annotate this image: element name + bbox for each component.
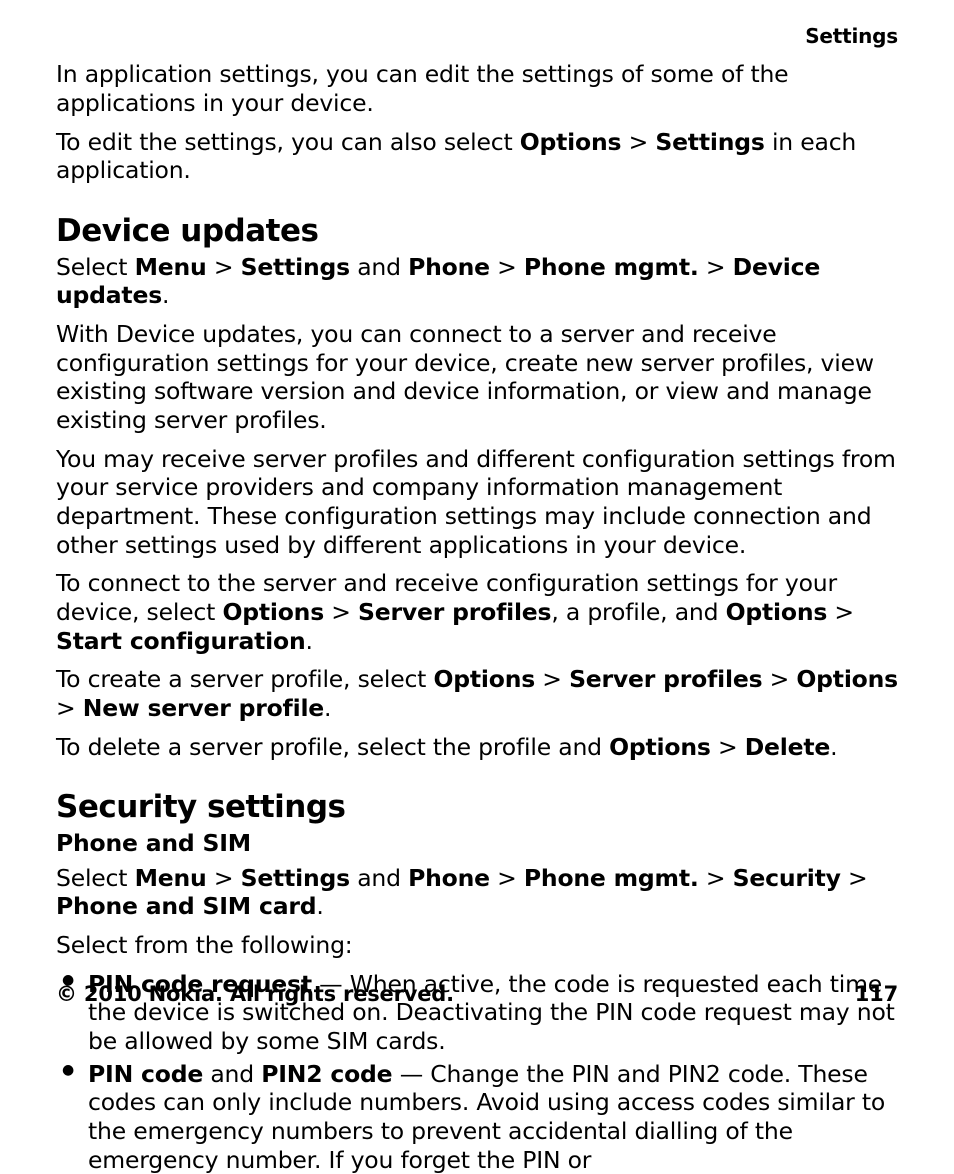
separator: > xyxy=(762,665,796,693)
text: . xyxy=(324,694,331,722)
text: and xyxy=(350,864,408,892)
text: Select xyxy=(56,253,135,281)
heading-security-settings: Security settings xyxy=(56,789,898,827)
bold-menu: Menu xyxy=(135,864,207,892)
bold-new-server-profile: New server profile xyxy=(83,694,324,722)
separator: > xyxy=(621,128,655,156)
bold-settings: Settings xyxy=(241,253,350,281)
separator: > xyxy=(490,253,524,281)
page-footer: © 2010 Nokia. All rights reserved. 117 xyxy=(56,982,898,1008)
subheading-phone-and-sim: Phone and SIM xyxy=(56,829,898,858)
device-updates-connect: To connect to the server and receive con… xyxy=(56,569,898,655)
bold-settings: Settings xyxy=(655,128,764,156)
copyright-text: © 2010 Nokia. All rights reserved. xyxy=(56,982,454,1006)
heading-device-updates: Device updates xyxy=(56,213,898,251)
device-updates-delete: To delete a server profile, select the p… xyxy=(56,733,898,762)
security-select-from: Select from the following: xyxy=(56,931,898,960)
text: To delete a server profile, select the p… xyxy=(56,733,609,761)
text: and xyxy=(203,1060,261,1088)
bold-options: Options xyxy=(726,598,828,626)
bold-options: Options xyxy=(796,665,898,693)
separator: > xyxy=(699,253,733,281)
separator: > xyxy=(711,733,745,761)
separator: > xyxy=(207,864,241,892)
bold-phone-mgmt: Phone mgmt. xyxy=(524,864,699,892)
device-updates-desc-2: You may receive server profiles and diff… xyxy=(56,445,898,560)
list-item: PIN code and PIN2 code — Change the PIN … xyxy=(56,1060,898,1174)
bold-security: Security xyxy=(733,864,841,892)
bold-server-profiles: Server profiles xyxy=(358,598,551,626)
intro-paragraph-2: To edit the settings, you can also selec… xyxy=(56,128,898,185)
security-path: Select Menu > Settings and Phone > Phone… xyxy=(56,864,898,921)
text: To edit the settings, you can also selec… xyxy=(56,128,520,156)
text: Select xyxy=(56,864,135,892)
bold-pin2-code: PIN2 code xyxy=(261,1060,392,1088)
device-updates-path: Select Menu > Settings and Phone > Phone… xyxy=(56,253,898,310)
separator: > xyxy=(56,694,83,722)
bold-phone-mgmt: Phone mgmt. xyxy=(524,253,699,281)
bold-menu: Menu xyxy=(135,253,207,281)
text: . xyxy=(830,733,837,761)
bold-options: Options xyxy=(222,598,324,626)
separator: > xyxy=(841,864,868,892)
text: . xyxy=(162,281,169,309)
device-updates-desc-1: With Device updates, you can connect to … xyxy=(56,320,898,435)
separator: > xyxy=(207,253,241,281)
text: and xyxy=(350,253,408,281)
text: . xyxy=(305,627,312,655)
text: . xyxy=(316,892,323,920)
running-header: Settings xyxy=(56,24,898,48)
document-page: Settings In application settings, you ca… xyxy=(0,0,954,1036)
intro-paragraph-1: In application settings, you can edit th… xyxy=(56,60,898,117)
separator: > xyxy=(490,864,524,892)
bold-delete: Delete xyxy=(745,733,830,761)
device-updates-create: To create a server profile, select Optio… xyxy=(56,665,898,722)
bold-options: Options xyxy=(433,665,535,693)
bold-phone: Phone xyxy=(408,864,490,892)
bold-server-profiles: Server profiles xyxy=(569,665,762,693)
text: To create a server profile, select xyxy=(56,665,433,693)
bold-start-configuration: Start configuration xyxy=(56,627,305,655)
separator: > xyxy=(324,598,358,626)
bold-phone: Phone xyxy=(408,253,490,281)
separator: > xyxy=(535,665,569,693)
bold-options: Options xyxy=(609,733,711,761)
bold-settings: Settings xyxy=(241,864,350,892)
bold-options: Options xyxy=(520,128,622,156)
bold-pin-code: PIN code xyxy=(88,1060,203,1088)
bold-phone-and-sim-card: Phone and SIM card xyxy=(56,892,316,920)
text: , a profile, and xyxy=(551,598,725,626)
separator: > xyxy=(827,598,854,626)
separator: > xyxy=(699,864,733,892)
page-number: 117 xyxy=(855,982,898,1008)
